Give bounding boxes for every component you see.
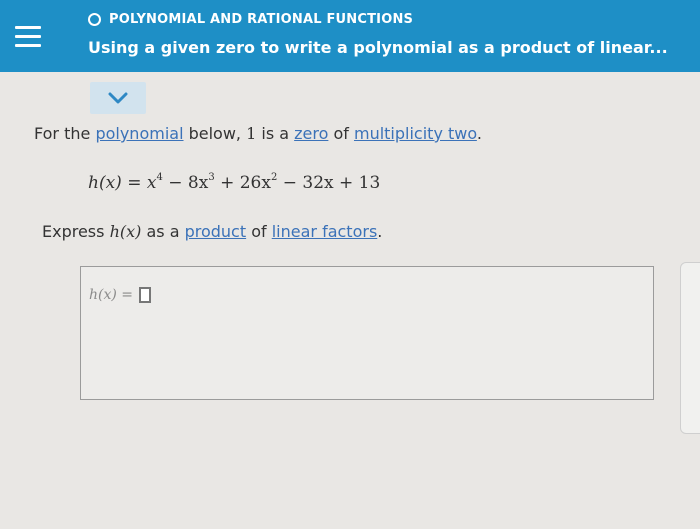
equals-sign: = [121,173,147,193]
equation-term: + 26x [214,173,271,193]
link-multiplicity-two[interactable]: multiplicity two [354,124,477,143]
answer-input[interactable] [139,287,152,303]
instruction-text: as a [141,222,185,241]
instruction-text: . [377,222,383,241]
link-zero[interactable]: zero [294,124,328,143]
answer-label: h(x) = [89,287,152,303]
function-name: h(x) [88,173,122,193]
problem-text: For the [34,124,96,143]
circle-outline-icon [88,13,101,26]
menu-button[interactable] [0,0,56,72]
equation-term: − 8x [162,173,209,193]
problem-text: . [476,124,482,143]
expand-toggle-button[interactable] [90,82,146,114]
topic-heading: POLYNOMIAL AND RATIONAL FUNCTIONS [88,12,413,27]
link-linear-factors[interactable]: linear factors [272,222,378,241]
zero-value: 1 [246,124,257,143]
problem-statement: For the polynomial below, 1 is a zero of… [34,124,482,143]
hamburger-menu-icon-line [15,34,41,38]
link-polynomial[interactable]: polynomial [95,124,183,143]
problem-text: of [328,124,354,143]
topic-label: POLYNOMIAL AND RATIONAL FUNCTIONS [109,12,414,27]
answer-label-text: h(x) = [89,287,134,303]
answer-area[interactable]: h(x) = [80,266,654,400]
side-tools-panel[interactable] [680,262,700,434]
hamburger-menu-icon-line [15,25,41,29]
instruction-text: Express [42,222,110,241]
lesson-title: Using a given zero to write a polynomial… [88,38,668,57]
function-name: h(x) [109,222,142,241]
polynomial-equation: h(x) = x4 − 8x3 + 26x2 − 32x + 13 [88,172,380,193]
header-bar: POLYNOMIAL AND RATIONAL FUNCTIONS Using … [0,0,700,72]
hamburger-menu-icon-line [15,43,41,47]
problem-text: below, [183,124,247,143]
equation-term: − 32x + 13 [277,173,381,193]
instruction: Express h(x) as a product of linear fact… [42,222,382,241]
instruction-text: of [246,222,272,241]
link-product[interactable]: product [185,222,247,241]
chevron-down-icon [108,92,128,104]
problem-text: is a [256,124,295,143]
